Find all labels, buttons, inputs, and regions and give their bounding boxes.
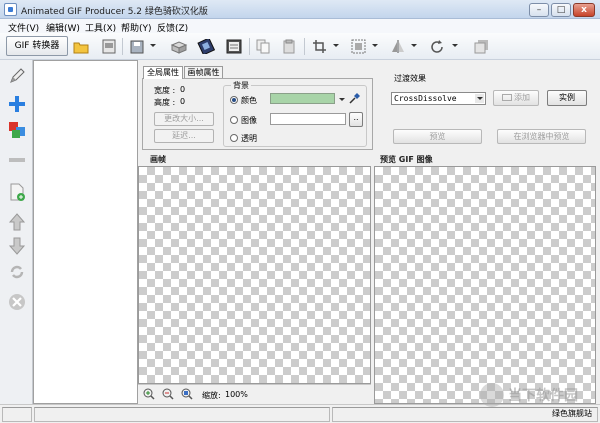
close-button[interactable]: x [573,3,595,17]
example-button[interactable]: 实例 [547,90,587,106]
zoom-bar: 缩放: 100% [138,384,371,404]
browse-image-button[interactable]: .. [349,112,363,127]
add-icon[interactable] [7,94,27,114]
menu-bar: 文件(V) 编辑(W) 工具(X) 帮助(Y) 反馈(Z) [0,19,600,34]
remove-icon[interactable] [7,150,27,170]
width-value: 0 [180,85,186,94]
copy-icon[interactable] [254,38,272,55]
add-transition-label: 添加 [514,93,530,102]
crop-icon[interactable] [310,38,328,55]
pencil-icon[interactable] [7,66,27,86]
minimize-button[interactable]: – [529,3,549,17]
height-value: 0 [180,97,186,106]
preview-pane-title: 预览 GIF 图像 [380,155,433,164]
maximize-button[interactable]: □ [551,3,571,17]
background-image-radio[interactable] [230,116,238,124]
flip-dropdown-arrow[interactable] [411,44,417,47]
resize-button[interactable]: 更改大小... [154,112,214,126]
tab-frame-properties[interactable]: 画帧属性 [184,66,223,78]
layer-icon[interactable] [472,38,490,55]
zoom-fit-icon[interactable] [181,388,193,403]
camera-icon [502,94,512,101]
toolbar-separator [249,38,250,55]
frame-list[interactable] [33,60,138,404]
status-panel [34,407,330,422]
save-dropdown-arrow[interactable] [150,44,156,47]
transition-selected-value: CrossDissolve [394,94,457,103]
open-folder-icon[interactable] [72,38,90,55]
rotate-icon[interactable] [428,38,446,55]
background-color-radio[interactable] [230,96,238,104]
save-icon[interactable] [128,38,146,55]
title-bar: Animated GIF Producer 5.2 绿色骑砍汉化版 – □ x [0,0,600,19]
frame-canvas[interactable] [138,166,371,384]
window-title: Animated GIF Producer 5.2 绿色骑砍汉化版 [21,7,208,17]
delay-button[interactable]: 延迟... [154,129,214,143]
resize-dropdown-arrow[interactable] [372,44,378,47]
background-transparent-radio[interactable] [230,134,238,142]
chevron-down-icon[interactable] [475,94,484,103]
status-panel [2,407,32,422]
crop-dropdown-arrow[interactable] [333,44,339,47]
width-label: 宽度 : [154,86,176,95]
background-image-label: 图像 [241,116,257,125]
left-tool-strip [0,60,33,404]
color-dropdown-arrow[interactable] [339,98,345,101]
frame-pane-title: 画帧 [150,155,166,164]
watermark-text: 当下软件园 [508,388,578,404]
watermark-logo-icon [480,383,504,407]
flip-icon[interactable] [389,38,407,55]
paste-icon[interactable] [280,38,298,55]
move-up-icon[interactable] [7,212,27,232]
package-icon[interactable] [170,38,188,55]
refresh-icon[interactable] [7,262,27,282]
color-effect-icon[interactable] [7,120,27,140]
gif-file-icon[interactable] [100,38,118,55]
preview-button[interactable]: 预览 [393,129,482,144]
eyedropper-icon[interactable] [349,92,360,107]
background-group-title: 背景 [231,80,251,91]
toolbar-separator [122,38,123,55]
global-properties-panel: 宽度 : 0 高度 : 0 更改大小... 延迟... 背景 颜色 图像 .. … [142,78,373,150]
preview-canvas[interactable] [374,166,596,404]
browser-preview-button[interactable]: 在浏览器中预览 [497,129,586,144]
zoom-label: 缩放: [202,391,221,400]
background-image-path-input[interactable] [270,113,346,125]
new-frame-icon[interactable] [7,182,27,202]
brand-label: 绿色旗舰站 [552,409,592,418]
filmstrip-icon[interactable] [225,38,243,55]
tab-global-properties[interactable]: 全局属性 [143,66,183,79]
zoom-value: 100% [225,390,248,399]
background-color-swatch[interactable] [270,93,335,104]
background-transparent-label: 透明 [241,134,257,143]
add-transition-button[interactable]: 添加 [493,90,539,106]
gif-converter-button[interactable]: GIF 转换器 [6,36,68,56]
app-icon [4,3,17,16]
transition-title: 过渡效果 [394,74,426,83]
rotate-dropdown-arrow[interactable] [452,44,458,47]
toolbar-separator [304,38,305,55]
background-color-label: 颜色 [241,96,257,105]
zoom-in-icon[interactable] [143,388,155,403]
height-label: 高度 : [154,98,176,107]
toolbar: GIF 转换器 [0,33,600,60]
zoom-out-icon[interactable] [162,388,174,403]
watermark: 当下软件园 [480,383,598,407]
film-icon[interactable] [197,38,215,55]
resize-icon[interactable] [349,38,367,55]
transition-select[interactable]: CrossDissolve [391,92,486,105]
move-down-icon[interactable] [7,236,27,256]
delete-icon[interactable] [7,292,27,312]
